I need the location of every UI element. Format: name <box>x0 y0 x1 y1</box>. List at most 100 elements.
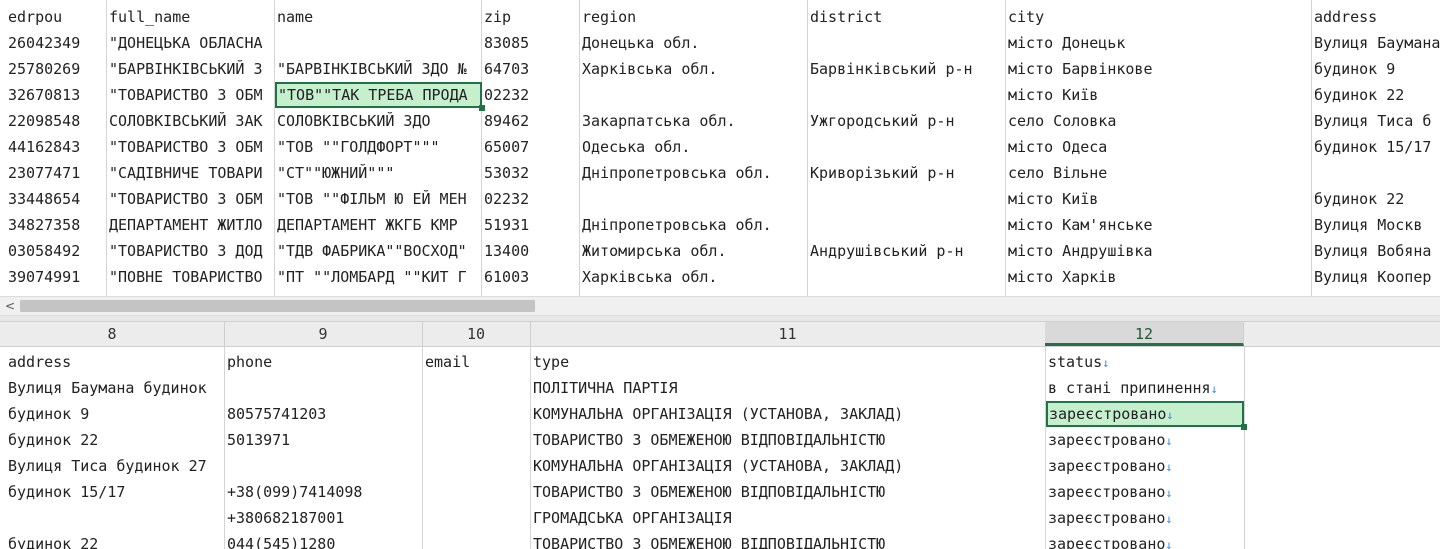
table-cell[interactable]: 83085 <box>482 30 580 56</box>
filter-arrow-icon[interactable]: ↓ <box>1165 486 1172 500</box>
table-cell[interactable]: село Соловка <box>1006 108 1312 134</box>
scroll-left-arrow-icon[interactable]: < <box>2 298 18 314</box>
table-cell[interactable]: будинок 22 <box>6 531 225 549</box>
table-cell[interactable]: "ТОВАРИСТВО З ОБМ <box>107 186 275 212</box>
filter-arrow-icon[interactable]: ↓ <box>1102 356 1109 370</box>
table-cell[interactable] <box>225 375 423 401</box>
table-cell[interactable]: Вулиця Тиса будинок 27 <box>6 453 225 479</box>
table-cell[interactable]: ТОВАРИСТВО З ОБМЕЖЕНОЮ ВІДПОВІДАЛЬНІСТЮ <box>531 479 1046 505</box>
selected-cell[interactable]: зареєстровано↓ <box>1046 401 1244 427</box>
table-cell[interactable]: зареєстровано↓ <box>1046 427 1244 453</box>
table-cell[interactable]: ГРОМАДСЬКА ОРГАНІЗАЦІЯ <box>531 505 1046 531</box>
table-cell[interactable]: Дніпропетровська обл. <box>580 212 808 238</box>
table-cell[interactable]: будинок 9 <box>6 401 225 427</box>
column-number-11[interactable]: 11 <box>530 322 1046 346</box>
table-cell[interactable]: Андрушівський р-н <box>808 238 1006 264</box>
table-cell[interactable]: "ПТ ""ЛОМБАРД ""КИТ Г <box>275 264 482 290</box>
top-grid-pane[interactable]: edrpou full_name name zip region district city… <box>0 0 1440 296</box>
table-cell[interactable]: "ТОВАРИСТВО З ДОД <box>107 238 275 264</box>
table-cell[interactable]: зареєстровано↓ <box>1046 505 1244 531</box>
table-cell[interactable]: зареєстровано↓ <box>1046 453 1244 479</box>
table-cell[interactable] <box>423 453 531 479</box>
filter-arrow-icon[interactable]: ↓ <box>1165 434 1172 448</box>
table-cell[interactable]: будинок 9 <box>1312 56 1440 82</box>
table-cell[interactable] <box>808 30 1006 56</box>
table-cell[interactable] <box>808 134 1006 160</box>
table-cell[interactable]: СОЛОВКІВСЬКИЙ ЗДО <box>275 108 482 134</box>
table-cell[interactable]: 80575741203 <box>225 401 423 427</box>
table-cell[interactable]: 65007 <box>482 134 580 160</box>
filter-arrow-icon[interactable]: ↓ <box>1165 460 1172 474</box>
table-cell[interactable]: "ДОНЕЦЬКА ОБЛАСНА <box>107 30 275 56</box>
table-cell[interactable]: 03058492 <box>6 238 106 264</box>
table-cell[interactable]: "СТ""ЮЖНИЙ""" <box>275 160 482 186</box>
table-cell[interactable]: Закарпатська обл. <box>580 108 808 134</box>
table-cell[interactable]: будинок 22 <box>1312 82 1440 108</box>
table-cell[interactable]: ДЕПАРТАМЕНТ ЖКГБ КМР <box>275 212 482 238</box>
table-cell[interactable]: ПОЛІТИЧНА ПАРТІЯ <box>531 375 1046 401</box>
table-cell[interactable]: 02232 <box>482 186 580 212</box>
table-cell[interactable]: ТОВАРИСТВО З ОБМЕЖЕНОЮ ВІДПОВІДАЛЬНІСТЮ <box>531 531 1046 549</box>
table-cell[interactable]: місто Донецьк <box>1006 30 1312 56</box>
table-cell[interactable]: "ПОВНЕ ТОВАРИСТВО <box>107 264 275 290</box>
table-cell[interactable]: 34827358 <box>6 212 106 238</box>
table-cell[interactable] <box>225 453 423 479</box>
table-cell[interactable]: "БАРВІНКІВСЬКИЙ З <box>107 56 275 82</box>
column-number-8[interactable]: 8 <box>0 322 225 346</box>
table-cell[interactable]: місто Кам'янське <box>1006 212 1312 238</box>
table-cell[interactable]: будинок 22 <box>6 427 225 453</box>
table-cell[interactable]: будинок 22 <box>1312 186 1440 212</box>
column-header-phone[interactable]: phone <box>225 349 423 375</box>
table-cell[interactable] <box>423 401 531 427</box>
table-cell[interactable]: місто Київ <box>1006 82 1312 108</box>
table-cell[interactable]: будинок 15/17 <box>6 479 225 505</box>
table-cell[interactable]: 26042349 <box>6 30 106 56</box>
selected-cell[interactable]: "ТОВ""ТАК ТРЕБА ПРОДА <box>275 82 482 108</box>
table-cell[interactable]: ТОВАРИСТВО З ОБМЕЖЕНОЮ ВІДПОВІДАЛЬНІСТЮ <box>531 427 1046 453</box>
table-cell[interactable]: 044(545)1280 <box>225 531 423 549</box>
table-cell[interactable]: СОЛОВКІВСЬКИЙ ЗАК <box>107 108 275 134</box>
table-cell[interactable]: Одеська обл. <box>580 134 808 160</box>
scrollbar-thumb[interactable] <box>20 300 535 312</box>
table-cell[interactable]: 33448654 <box>6 186 106 212</box>
table-cell[interactable]: 13400 <box>482 238 580 264</box>
column-number-10[interactable]: 10 <box>422 322 531 346</box>
table-cell[interactable]: "БАРВІНКІВСЬКИЙ ЗДО № <box>275 56 482 82</box>
table-cell[interactable]: 53032 <box>482 160 580 186</box>
table-cell[interactable] <box>275 30 482 56</box>
table-cell[interactable]: Вулиця Москв <box>1312 212 1440 238</box>
column-header-address[interactable]: address <box>1312 4 1440 30</box>
table-cell[interactable] <box>808 212 1006 238</box>
table-cell[interactable]: 44162843 <box>6 134 106 160</box>
table-cell[interactable]: "ТДВ ФАБРИКА""ВОСХОД" <box>275 238 482 264</box>
table-cell[interactable]: Криворізький р-н <box>808 160 1006 186</box>
table-cell[interactable]: Ужгородський р-н <box>808 108 1006 134</box>
table-cell[interactable]: будинок 15/17 <box>1312 134 1440 160</box>
table-cell[interactable]: 22098548 <box>6 108 106 134</box>
table-cell[interactable] <box>580 186 808 212</box>
table-cell[interactable]: 61003 <box>482 264 580 290</box>
column-number-9[interactable]: 9 <box>224 322 423 346</box>
table-cell[interactable] <box>6 505 225 531</box>
table-cell[interactable]: 39074991 <box>6 264 106 290</box>
table-cell[interactable]: 51931 <box>482 212 580 238</box>
table-cell[interactable]: село Вільне <box>1006 160 1312 186</box>
table-cell[interactable]: зареєстровано↓ <box>1046 479 1244 505</box>
table-cell[interactable]: "ТОВАРИСТВО З ОБМ <box>107 134 275 160</box>
table-cell[interactable]: Барвінківський р-н <box>808 56 1006 82</box>
table-cell[interactable] <box>423 427 531 453</box>
bottom-grid-pane[interactable]: 8 9 10 11 12 address phone email type status↓ Вул… <box>0 322 1440 549</box>
table-cell[interactable]: ДЕПАРТАМЕНТ ЖИТЛО <box>107 212 275 238</box>
table-cell[interactable] <box>423 375 531 401</box>
filter-arrow-icon[interactable]: ↓ <box>1211 382 1218 396</box>
column-header-name[interactable]: name <box>275 4 482 30</box>
column-header-full_name[interactable]: full_name <box>107 4 275 30</box>
column-header-status[interactable]: status↓ <box>1046 349 1244 375</box>
column-header-region[interactable]: region <box>580 4 808 30</box>
table-cell[interactable]: Вулиця Баумана <box>1312 30 1440 56</box>
table-cell[interactable] <box>1312 160 1440 186</box>
table-cell[interactable]: КОМУНАЛЬНА ОРГАНІЗАЦІЯ (УСТАНОВА, ЗАКЛАД… <box>531 453 1046 479</box>
filter-arrow-icon[interactable]: ↓ <box>1165 538 1172 549</box>
table-cell[interactable]: Харківська обл. <box>580 264 808 290</box>
table-cell[interactable]: "ТОВ ""ГОЛДФОРТ""" <box>275 134 482 160</box>
